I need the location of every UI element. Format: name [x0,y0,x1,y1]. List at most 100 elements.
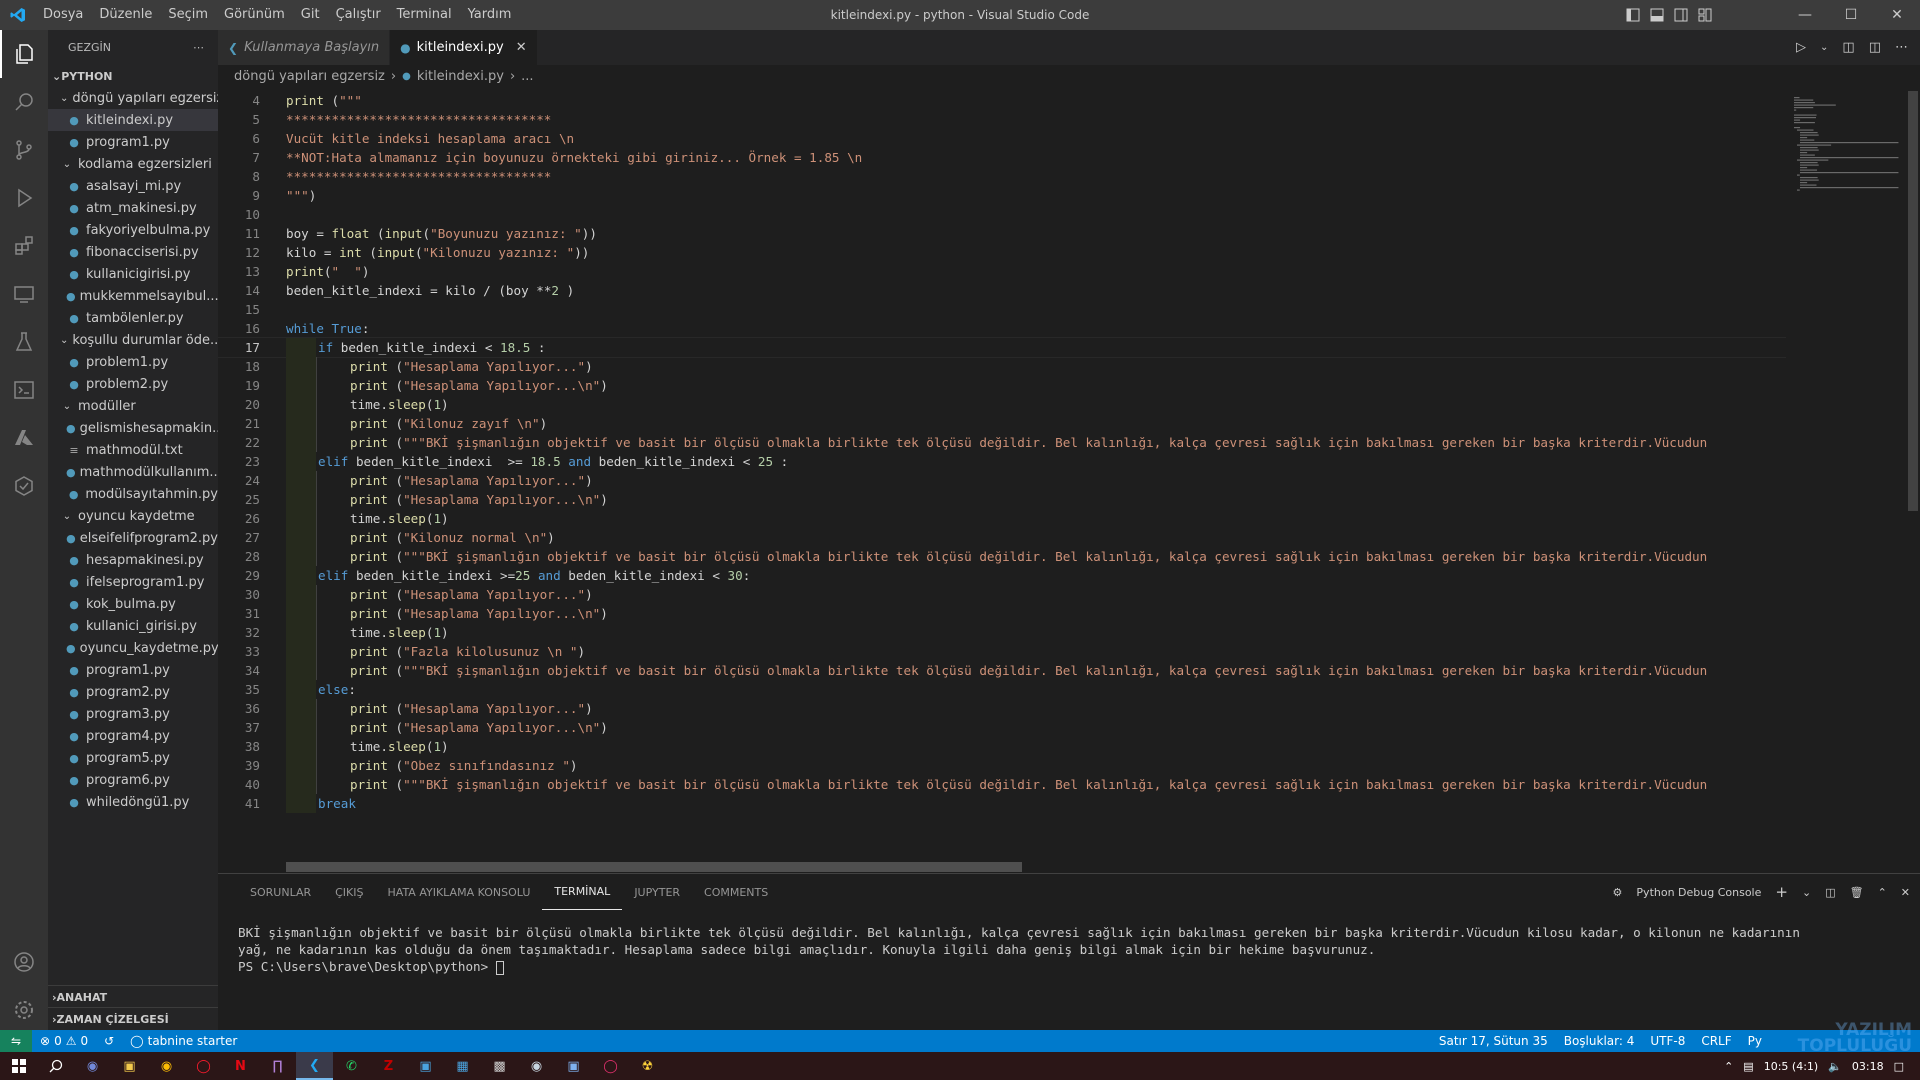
problems-status[interactable]: ⊗ 0 ⚠ 0 [32,1034,96,1048]
panel-tab[interactable]: JUPYTER [622,874,692,910]
search-icon[interactable] [0,78,48,126]
trash-icon[interactable]: 🗑 [1850,886,1864,899]
code-line[interactable]: 8 *********************************** [218,167,1786,186]
code-line[interactable]: 19 print ("Hesaplama Yapılıyor...\n") [218,376,1786,395]
tree-folder[interactable]: ⌄ koşullu durumlar öde... [48,329,218,351]
cursor-position[interactable]: Satır 17, Sütun 35 [1431,1034,1556,1048]
open-changes-icon[interactable]: ◫ [1842,40,1854,55]
python-app-icon[interactable]: ☢ [629,1052,666,1080]
tree-file[interactable]: ● problem2.py [48,373,218,395]
code-line[interactable]: 6 Vucüt kitle indeksi hesaplama aracı \n [218,129,1786,148]
tab-welcome[interactable]: ❮ Kullanmaya Başlayın [218,30,391,65]
tree-file[interactable]: ● kullanici_girisi.py [48,615,218,637]
tree-file[interactable]: ● whiledöngü1.py [48,791,218,813]
tree-file[interactable]: ≡ mathmodül.txt [48,439,218,461]
vertical-scrollbar[interactable] [1906,91,1920,871]
tree-file[interactable]: ● program6.py [48,769,218,791]
tree-file[interactable]: ● asalsayi_mi.py [48,175,218,197]
tree-folder[interactable]: ⌄ modüller [48,395,218,417]
tree-file[interactable]: ● program2.py [48,681,218,703]
chevron-down-icon[interactable]: ⌄ [1820,42,1828,53]
photos-icon[interactable]: ▣ [555,1052,592,1080]
whatsapp-icon[interactable]: ✆ [333,1052,370,1080]
toggle-secondary-sidebar-icon[interactable] [1674,8,1688,22]
remote-desktop-icon[interactable]: ▣ [407,1052,444,1080]
code-line[interactable]: 12 kilo = int (input("Kilonuzu yazınız: "… [218,243,1786,262]
network-icon[interactable]: ▤ [1743,1060,1753,1073]
code-line[interactable]: 14 beden_kitle_indexi = kilo / (boy **2 ) [218,281,1786,300]
code-line[interactable]: 13 print(" ") [218,262,1786,281]
code-line[interactable]: 31 print ("Hesaplama Yapılıyor...\n") [218,604,1786,623]
netflix-icon[interactable]: N [222,1052,259,1080]
code-line[interactable]: 37 print ("Hesaplama Yapılıyor...\n") [218,718,1786,737]
terminal-app-icon[interactable]: ▩ [481,1052,518,1080]
terminal-output[interactable]: BKİ şişmanlığın objektif ve basit bir öl… [238,924,1800,975]
code-line[interactable]: 11 boy = float (input("Boyunuzu yazınız: … [218,224,1786,243]
code-line[interactable]: 4 print (""" [218,91,1786,110]
tree-file[interactable]: ● program1.py [48,659,218,681]
menu-item[interactable]: Düzenle [91,0,160,30]
tree-file[interactable]: ● elseifelifprogram2.py [48,527,218,549]
tree-file[interactable]: ● oyuncu_kaydetme.py [48,637,218,659]
tree-file[interactable]: ● program4.py [48,725,218,747]
visual-studio-icon[interactable]: ∏ [259,1052,296,1080]
code-line[interactable]: 18 print ("Hesaplama Yapılıyor...") [218,357,1786,376]
run-debug-icon[interactable] [0,174,48,222]
scrollbar-thumb[interactable] [1908,91,1918,511]
code-line[interactable]: 35 else: [218,680,1786,699]
code-line[interactable]: 10 [218,205,1786,224]
source-control-icon[interactable] [0,126,48,174]
tabnine-status[interactable]: ◯ tabnine starter [122,1034,245,1048]
terminal-name[interactable]: Python Debug Console [1636,886,1761,899]
close-panel-icon[interactable]: ✕ [1901,886,1910,899]
vscode-taskbar-icon[interactable]: ❮ [296,1052,333,1080]
code-line[interactable]: 7 **NOT:Hata almamanız için boyunuzu örne… [218,148,1786,167]
code-line[interactable]: 15 [218,300,1786,319]
menu-item[interactable]: Git [293,0,328,30]
tree-file[interactable]: ● problem1.py [48,351,218,373]
tree-file[interactable]: ● fakyoriyelbulma.py [48,219,218,241]
code-line[interactable]: 38 time.sleep(1) [218,737,1786,756]
menu-item[interactable]: Seçim [160,0,216,30]
close-window-button[interactable]: ✕ [1874,0,1920,30]
timeline-section[interactable]: › ZAMAN ÇİZELGESİ [48,1007,218,1030]
live-share-icon[interactable]: ↺ [96,1034,122,1048]
chevron-down-icon[interactable]: ⌄ [1802,886,1811,899]
code-line[interactable]: 17 if beden_kitle_indexi < 18.5 : [218,337,1786,358]
language-mode[interactable]: Py [1740,1034,1770,1048]
tab-kitleindexi[interactable]: ● kitleindexi.py ✕ [390,30,538,65]
tree-file[interactable]: ● modülsayıtahmin.py [48,483,218,505]
code-line[interactable]: 26 time.sleep(1) [218,509,1786,528]
code-line[interactable]: 20 time.sleep(1) [218,395,1786,414]
code-line[interactable]: 36 print ("Hesaplama Yapılıyor...") [218,699,1786,718]
workspace-root[interactable]: ⌄ PYTHON [48,65,218,87]
code-line[interactable]: 40 print ("""BKİ şişmanlığın objektif ve … [218,775,1786,794]
tree-file[interactable]: ● tambölenler.py [48,307,218,329]
code-line[interactable]: 25 print ("Hesaplama Yapılıyor...\n") [218,490,1786,509]
remote-indicator-icon[interactable]: ⇋ [0,1030,32,1052]
new-terminal-icon[interactable]: + [1775,883,1788,901]
tree-file[interactable]: ● hesapmakinesi.py [48,549,218,571]
tree-file[interactable]: ● program5.py [48,747,218,769]
tree-file[interactable]: ● program3.py [48,703,218,725]
code-line[interactable]: 29 elif beden_kitle_indexi >=25 and beden… [218,566,1786,585]
filezilla-icon[interactable]: Z [370,1052,407,1080]
maximize-button[interactable]: ☐ [1828,0,1874,30]
panel-tab[interactable]: SORUNLAR [238,874,323,910]
tree-file[interactable]: ● ifelseprogram1.py [48,571,218,593]
more-actions-icon[interactable]: ⋯ [193,41,204,54]
run-python-icon[interactable]: ▷ [1796,40,1806,55]
azure-icon[interactable] [0,414,48,462]
code-line[interactable]: 34 print ("""BKİ şişmanlığın objektif ve … [218,661,1786,680]
code-line[interactable]: 41 break [218,794,1786,813]
tree-file[interactable]: ● mathmodülkullanım.... [48,461,218,483]
toggle-panel-icon[interactable] [1650,8,1664,22]
terminal-view-icon[interactable] [0,366,48,414]
minimize-button[interactable]: — [1782,0,1828,30]
split-editor-icon[interactable]: ◫ [1869,40,1881,55]
chevron-up-icon[interactable]: ⌃ [1724,1060,1733,1073]
panel-tab[interactable]: COMMENTS [692,874,780,910]
customize-layout-icon[interactable] [1698,8,1712,22]
steam-icon[interactable]: ◉ [518,1052,555,1080]
minimap[interactable] [1786,91,1906,871]
